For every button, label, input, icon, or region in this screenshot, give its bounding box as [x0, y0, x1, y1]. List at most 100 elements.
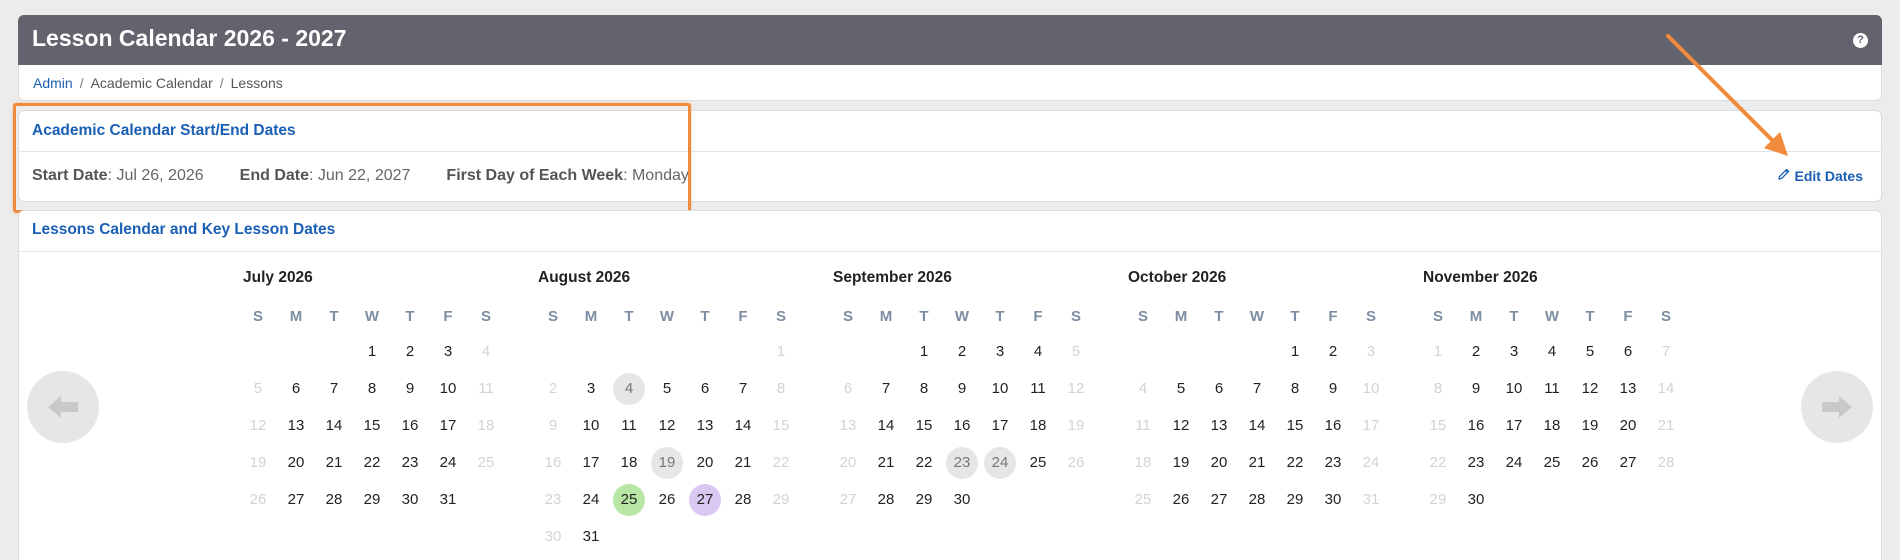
- day-cell[interactable]: 1: [353, 333, 391, 370]
- day-cell[interactable]: 25: [610, 481, 648, 518]
- day-cell[interactable]: 21: [315, 444, 353, 481]
- day-cell[interactable]: 17: [1495, 407, 1533, 444]
- day-cell[interactable]: 1: [762, 333, 800, 370]
- day-cell[interactable]: 28: [315, 481, 353, 518]
- day-cell[interactable]: 2: [943, 333, 981, 370]
- day-cell[interactable]: 21: [1238, 444, 1276, 481]
- day-cell[interactable]: 11: [467, 370, 505, 407]
- day-cell[interactable]: 25: [1019, 444, 1057, 481]
- day-cell[interactable]: 5: [1571, 333, 1609, 370]
- day-cell[interactable]: 23: [1314, 444, 1352, 481]
- day-cell[interactable]: 22: [353, 444, 391, 481]
- day-cell[interactable]: 13: [1200, 407, 1238, 444]
- day-cell[interactable]: 11: [610, 407, 648, 444]
- day-cell[interactable]: 10: [1352, 370, 1390, 407]
- day-cell[interactable]: 28: [724, 481, 762, 518]
- day-cell[interactable]: 4: [1533, 333, 1571, 370]
- day-cell[interactable]: 30: [391, 481, 429, 518]
- day-cell[interactable]: 15: [1276, 407, 1314, 444]
- day-cell[interactable]: 3: [572, 370, 610, 407]
- day-cell[interactable]: 30: [943, 481, 981, 518]
- day-cell[interactable]: 31: [572, 518, 610, 555]
- day-cell[interactable]: 10: [1495, 370, 1533, 407]
- day-cell[interactable]: 14: [724, 407, 762, 444]
- day-cell[interactable]: 13: [277, 407, 315, 444]
- day-cell[interactable]: 5: [239, 370, 277, 407]
- day-cell[interactable]: 9: [1314, 370, 1352, 407]
- day-cell[interactable]: 29: [762, 481, 800, 518]
- day-cell[interactable]: 14: [867, 407, 905, 444]
- day-cell[interactable]: 9: [943, 370, 981, 407]
- day-cell[interactable]: 27: [1200, 481, 1238, 518]
- day-cell[interactable]: 28: [1238, 481, 1276, 518]
- day-cell[interactable]: 6: [1609, 333, 1647, 370]
- day-cell[interactable]: 19: [648, 444, 686, 481]
- day-cell[interactable]: 12: [1162, 407, 1200, 444]
- day-cell[interactable]: 11: [1124, 407, 1162, 444]
- day-cell[interactable]: 1: [905, 333, 943, 370]
- day-cell[interactable]: 24: [1495, 444, 1533, 481]
- day-cell[interactable]: 15: [353, 407, 391, 444]
- next-months-button[interactable]: [1801, 371, 1873, 443]
- day-cell[interactable]: 16: [391, 407, 429, 444]
- day-cell[interactable]: 10: [981, 370, 1019, 407]
- day-cell[interactable]: 3: [981, 333, 1019, 370]
- day-cell[interactable]: 17: [981, 407, 1019, 444]
- day-cell[interactable]: 23: [1457, 444, 1495, 481]
- day-cell[interactable]: 22: [1419, 444, 1457, 481]
- day-cell[interactable]: 22: [1276, 444, 1314, 481]
- day-cell[interactable]: 18: [610, 444, 648, 481]
- day-cell[interactable]: 26: [1162, 481, 1200, 518]
- day-cell[interactable]: 27: [1609, 444, 1647, 481]
- day-cell[interactable]: 17: [1352, 407, 1390, 444]
- day-cell[interactable]: 19: [239, 444, 277, 481]
- day-cell[interactable]: 16: [534, 444, 572, 481]
- day-cell[interactable]: 27: [277, 481, 315, 518]
- breadcrumb-admin-link[interactable]: Admin: [33, 75, 73, 91]
- day-cell[interactable]: 25: [1124, 481, 1162, 518]
- day-cell[interactable]: 11: [1019, 370, 1057, 407]
- day-cell[interactable]: 12: [648, 407, 686, 444]
- day-cell[interactable]: 4: [610, 370, 648, 407]
- day-cell[interactable]: 14: [1647, 370, 1685, 407]
- day-cell[interactable]: 28: [867, 481, 905, 518]
- day-cell[interactable]: 1: [1276, 333, 1314, 370]
- edit-dates-link[interactable]: Edit Dates: [1777, 167, 1863, 184]
- day-cell[interactable]: 15: [1419, 407, 1457, 444]
- day-cell[interactable]: 12: [239, 407, 277, 444]
- previous-months-button[interactable]: [27, 371, 99, 443]
- day-cell[interactable]: 30: [1314, 481, 1352, 518]
- day-cell[interactable]: 7: [724, 370, 762, 407]
- day-cell[interactable]: 17: [429, 407, 467, 444]
- day-cell[interactable]: 9: [391, 370, 429, 407]
- day-cell[interactable]: 8: [762, 370, 800, 407]
- day-cell[interactable]: 12: [1571, 370, 1609, 407]
- day-cell[interactable]: 6: [829, 370, 867, 407]
- day-cell[interactable]: 13: [829, 407, 867, 444]
- day-cell[interactable]: 13: [1609, 370, 1647, 407]
- day-cell[interactable]: 9: [534, 407, 572, 444]
- day-cell[interactable]: 25: [467, 444, 505, 481]
- day-cell[interactable]: 27: [829, 481, 867, 518]
- day-cell[interactable]: 7: [1647, 333, 1685, 370]
- day-cell[interactable]: 26: [1057, 444, 1095, 481]
- day-cell[interactable]: 3: [429, 333, 467, 370]
- day-cell[interactable]: 19: [1571, 407, 1609, 444]
- day-cell[interactable]: 21: [867, 444, 905, 481]
- day-cell[interactable]: 9: [1457, 370, 1495, 407]
- day-cell[interactable]: 14: [1238, 407, 1276, 444]
- day-cell[interactable]: 31: [1352, 481, 1390, 518]
- day-cell[interactable]: 27: [686, 481, 724, 518]
- day-cell[interactable]: 7: [867, 370, 905, 407]
- day-cell[interactable]: 4: [467, 333, 505, 370]
- day-cell[interactable]: 20: [1609, 407, 1647, 444]
- day-cell[interactable]: 12: [1057, 370, 1095, 407]
- day-cell[interactable]: 6: [686, 370, 724, 407]
- day-cell[interactable]: 3: [1352, 333, 1390, 370]
- day-cell[interactable]: 7: [1238, 370, 1276, 407]
- day-cell[interactable]: 5: [1162, 370, 1200, 407]
- day-cell[interactable]: 19: [1162, 444, 1200, 481]
- day-cell[interactable]: 2: [1314, 333, 1352, 370]
- day-cell[interactable]: 20: [686, 444, 724, 481]
- day-cell[interactable]: 16: [943, 407, 981, 444]
